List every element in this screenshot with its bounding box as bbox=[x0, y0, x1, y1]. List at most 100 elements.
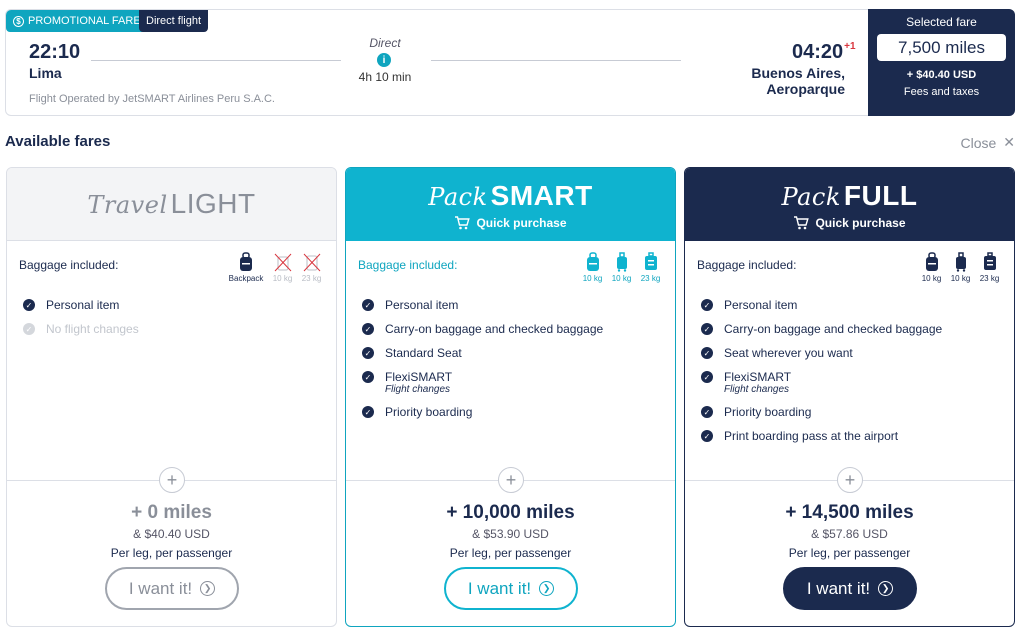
feature-sublabel: Flight changes bbox=[385, 384, 451, 395]
flight-summary-card: $ PROMOTIONAL FARE! Direct flight 22:10 … bbox=[5, 9, 1015, 116]
plus-icon[interactable]: + bbox=[837, 467, 863, 493]
cart-icon bbox=[794, 215, 810, 229]
bag-caption: 10 kg bbox=[272, 274, 293, 283]
fare-usd: & $40.40 USD bbox=[133, 527, 210, 541]
fare-brand-bold: FULL bbox=[843, 179, 918, 211]
feature-label-group: FlexiSMART Flight changes bbox=[724, 370, 791, 395]
check-icon: ✓ bbox=[23, 323, 35, 335]
operated-by: Flight Operated by JetSMART Airlines Per… bbox=[29, 93, 275, 105]
bag-carry-on: 10 kg bbox=[948, 252, 973, 283]
selected-fare-fees: Fees and taxes bbox=[903, 86, 980, 98]
arrival-time: 04:20+1 bbox=[792, 41, 856, 64]
feature-label: Carry-on baggage and checked baggage bbox=[724, 322, 943, 336]
check-icon: ✓ bbox=[701, 347, 713, 359]
fare-brand-script: Pack bbox=[428, 182, 488, 211]
bag-caption: 10 kg bbox=[611, 274, 632, 283]
feature-label: Standard Seat bbox=[385, 346, 462, 360]
backpack-icon bbox=[586, 252, 599, 271]
feature-item: ✓ Priority boarding bbox=[362, 405, 603, 419]
selected-fare-miles: 7,500 miles bbox=[877, 34, 1006, 61]
selected-fare-title: Selected fare bbox=[906, 15, 977, 29]
check-icon: ✓ bbox=[362, 406, 374, 418]
direct-flight-tag: Direct flight bbox=[139, 10, 209, 32]
suitcase-icon bbox=[616, 252, 627, 272]
bag-personal: 10 kg bbox=[580, 252, 605, 283]
route-type: Direct bbox=[369, 36, 401, 50]
feature-sublabel: Flight changes bbox=[724, 384, 790, 395]
plus-icon[interactable]: + bbox=[498, 467, 524, 493]
bag-checked-disabled: 23 kg bbox=[299, 252, 324, 283]
check-icon: ✓ bbox=[701, 406, 713, 418]
check-icon: ✓ bbox=[701, 430, 713, 442]
arrow-right-icon: ❯ bbox=[539, 581, 555, 596]
fare-card-travel-light[interactable]: Travel LIGHT Baggage included: Backpack … bbox=[6, 167, 337, 627]
bag-carry-on: 10 kg bbox=[609, 252, 634, 283]
plus-icon[interactable]: + bbox=[159, 467, 185, 493]
bag-checked: 23 kg bbox=[638, 252, 663, 283]
feature-label: FlexiSMART bbox=[385, 370, 453, 384]
feature-label: Priority boarding bbox=[724, 405, 812, 419]
fare-brand: Pack SMART bbox=[428, 180, 592, 212]
feature-item: ✓ Standard Seat bbox=[362, 346, 603, 360]
promo-tag-label: PROMOTIONAL FARE! bbox=[28, 15, 144, 27]
luggage-icon bbox=[644, 252, 657, 270]
baggage-icons: Backpack 10 kg 23 kg bbox=[226, 252, 324, 283]
feature-item: ✓ Personal item bbox=[701, 298, 942, 312]
feature-item: ✓ FlexiSMART Flight changes bbox=[362, 370, 603, 395]
quick-purchase-label: Quick purchase bbox=[476, 215, 567, 230]
fare-features: ✓ Personal item ✓ No flight changes bbox=[23, 298, 139, 346]
baggage-row: Baggage included: Backpack 10 kg 23 kg bbox=[19, 252, 324, 283]
arrow-right-icon: ❯ bbox=[878, 581, 894, 596]
arrow-right-icon: ❯ bbox=[200, 581, 216, 596]
arrival-time-value: 04:20 bbox=[792, 41, 844, 63]
feature-label: FlexiSMART bbox=[724, 370, 792, 384]
flight-duration: 4h 10 min bbox=[358, 70, 412, 84]
feature-label: Personal item bbox=[46, 298, 120, 312]
fare-brand: Travel LIGHT bbox=[87, 188, 255, 220]
arrival-day-offset: +1 bbox=[844, 41, 856, 52]
check-icon: ✓ bbox=[362, 347, 374, 359]
suitcase-icon bbox=[955, 252, 966, 272]
feature-label: Priority boarding bbox=[385, 405, 473, 419]
feature-item: ✓ Personal item bbox=[23, 298, 139, 312]
bag-caption: 10 kg bbox=[921, 274, 942, 283]
check-icon: ✓ bbox=[701, 371, 713, 383]
i-want-it-button[interactable]: I want it! ❯ bbox=[105, 567, 239, 610]
i-want-it-button[interactable]: I want it! ❯ bbox=[444, 567, 578, 610]
fare-brand-bold: LIGHT bbox=[170, 188, 256, 219]
check-icon: ✓ bbox=[23, 299, 35, 311]
fare-per-leg: Per leg, per passenger bbox=[788, 546, 911, 560]
close-button[interactable]: Close ✕ bbox=[960, 134, 1015, 151]
bag-caption: 23 kg bbox=[301, 274, 322, 283]
i-want-it-button[interactable]: I want it! ❯ bbox=[783, 567, 917, 610]
info-icon[interactable]: i bbox=[377, 53, 391, 67]
feature-label-group: FlexiSMART Flight changes bbox=[385, 370, 452, 395]
baggage-row: Baggage included: 10 kg 10 kg 23 kg bbox=[358, 252, 663, 283]
fare-miles: + 14,500 miles bbox=[785, 502, 914, 523]
luggage-icon bbox=[983, 252, 996, 270]
bag-checked: 23 kg bbox=[977, 252, 1002, 283]
fare-brand: Pack FULL bbox=[782, 180, 918, 212]
feature-item: ✓ No flight changes bbox=[23, 322, 139, 336]
feature-item: ✓ Priority boarding bbox=[701, 405, 942, 419]
fare-card-pack-full[interactable]: Pack FULL Quick purchase Baggage include… bbox=[684, 167, 1015, 627]
available-fares-title: Available fares bbox=[5, 133, 111, 150]
baggage-label: Baggage included: bbox=[697, 258, 797, 272]
selected-fare-extra: + $40.40 USD bbox=[906, 69, 977, 81]
backpack-icon bbox=[240, 252, 252, 271]
bag-caption: 10 kg bbox=[950, 274, 971, 283]
close-label: Close bbox=[960, 134, 997, 151]
selected-fare-panel: Selected fare 7,500 miles + $40.40 USD F… bbox=[868, 9, 1015, 116]
baggage-row: Baggage included: 10 kg 10 kg 23 kg bbox=[697, 252, 1002, 283]
fare-features: ✓ Personal item ✓ Carry-on baggage and che… bbox=[362, 298, 603, 429]
feature-label: Print boarding pass at the airport bbox=[724, 429, 899, 443]
fare-brand-script: Pack bbox=[781, 182, 841, 211]
bag-carry-on-disabled: 10 kg bbox=[270, 252, 295, 283]
feature-label: Carry-on baggage and checked baggage bbox=[385, 322, 604, 336]
feature-item: ✓ Print boarding pass at the airport bbox=[701, 429, 942, 443]
bag-personal: 10 kg bbox=[919, 252, 944, 283]
fare-card-pack-smart[interactable]: Pack SMART Quick purchase Baggage includ… bbox=[345, 167, 676, 627]
check-icon: ✓ bbox=[362, 371, 374, 383]
quick-purchase: Quick purchase bbox=[454, 215, 567, 230]
bag-caption: 23 kg bbox=[979, 274, 1000, 283]
